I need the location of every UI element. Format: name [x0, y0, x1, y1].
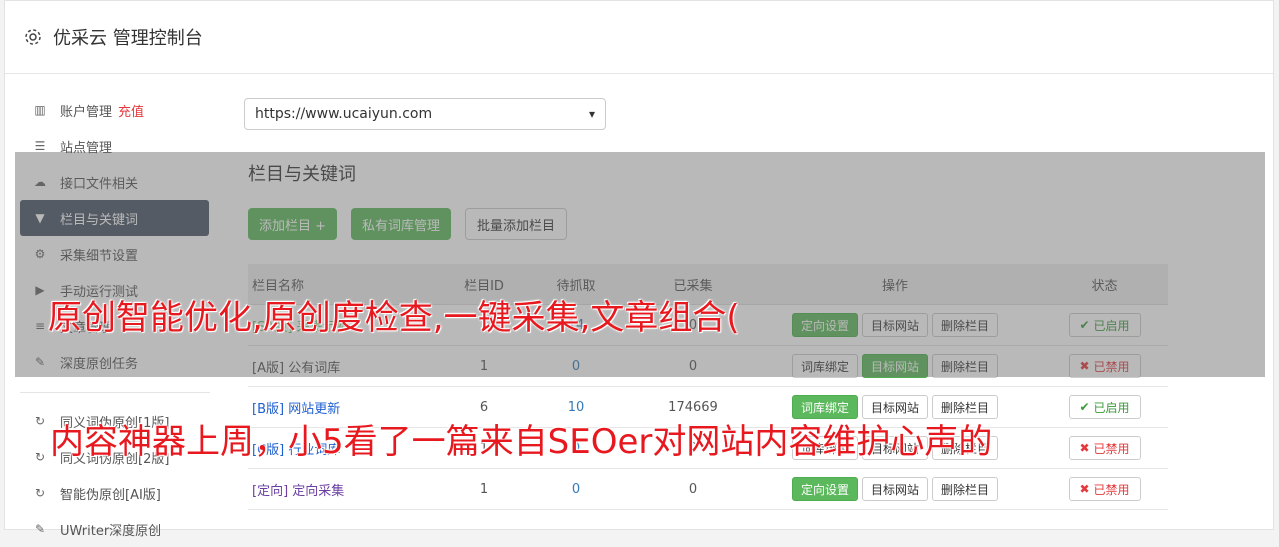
- sidebar-item-account[interactable]: ▥ 账户管理 充值: [20, 92, 210, 128]
- status-cell: ✖ 已禁用: [1041, 427, 1168, 469]
- gear-icon: [25, 29, 41, 45]
- page-title: 优采云 管理控制台: [53, 28, 203, 49]
- delete-column-button[interactable]: 删除栏目: [932, 477, 999, 501]
- column-name-cell: [定向] 定向采集: [248, 468, 453, 510]
- sidebar-item-uwriter[interactable]: ✎ UWriter深度原创: [20, 511, 210, 547]
- caption-line-2: 内容神器上周，小5看了一篇来自SEOer对网站内容维护心声的: [50, 422, 993, 462]
- close-icon: ✖: [1079, 482, 1090, 496]
- edit-icon: ✎: [34, 522, 46, 536]
- recharge-link[interactable]: 充值: [118, 101, 144, 120]
- close-icon: ✖: [1079, 441, 1090, 455]
- site-select-value: https://www.ucaiyun.com: [255, 106, 433, 122]
- sidebar-item-label: UWriter深度原创: [60, 523, 162, 539]
- site-select[interactable]: https://www.ucaiyun.com ▾: [244, 98, 606, 130]
- pending-link[interactable]: 0: [572, 482, 580, 497]
- sidebar-divider: [20, 392, 210, 393]
- server-icon: ☰: [34, 139, 46, 153]
- chevron-down-icon: ▾: [588, 107, 595, 121]
- status-cell: ✔ 已启用: [1041, 386, 1168, 428]
- column-link[interactable]: [定向] 定向采集: [252, 484, 344, 499]
- table-row: [定向] 定向采集 1 0 0 定向设置 目标网站 删除栏目 ✖ 已禁用: [248, 468, 1168, 510]
- bar-chart-icon: ▥: [34, 103, 46, 117]
- check-icon: ✔: [1079, 400, 1090, 414]
- refresh-icon: ↻: [34, 414, 46, 428]
- status-toggle[interactable]: ✔ 已启用: [1068, 395, 1141, 419]
- refresh-icon: ↻: [34, 450, 46, 464]
- column-id-cell: 1: [453, 468, 515, 510]
- status-toggle[interactable]: ✖ 已禁用: [1068, 477, 1141, 501]
- status-toggle[interactable]: ✖ 已禁用: [1068, 436, 1141, 460]
- target-site-button[interactable]: 目标网站: [861, 477, 928, 501]
- pending-link[interactable]: 10: [568, 400, 585, 415]
- caption-line-1: 原创智能优化,原创度检查,一键采集,文章组合(: [48, 298, 740, 338]
- directed-settings-button[interactable]: 定向设置: [791, 477, 858, 501]
- pending-cell: 0: [515, 468, 637, 510]
- sidebar-item-ai-rewrite[interactable]: ↻ 智能伪原创[AI版]: [20, 475, 210, 511]
- status-cell: ✖ 已禁用: [1041, 468, 1168, 510]
- sidebar-item-label: 账户管理: [60, 104, 113, 120]
- header: 优采云 管理控制台: [5, 1, 1273, 74]
- collected-cell: 0: [637, 468, 749, 510]
- ops-cell: 定向设置 目标网站 删除栏目: [749, 468, 1041, 510]
- sidebar-item-label: 智能伪原创[AI版]: [60, 487, 161, 503]
- gray-overlay: [15, 152, 1265, 377]
- refresh-icon: ↻: [34, 486, 46, 500]
